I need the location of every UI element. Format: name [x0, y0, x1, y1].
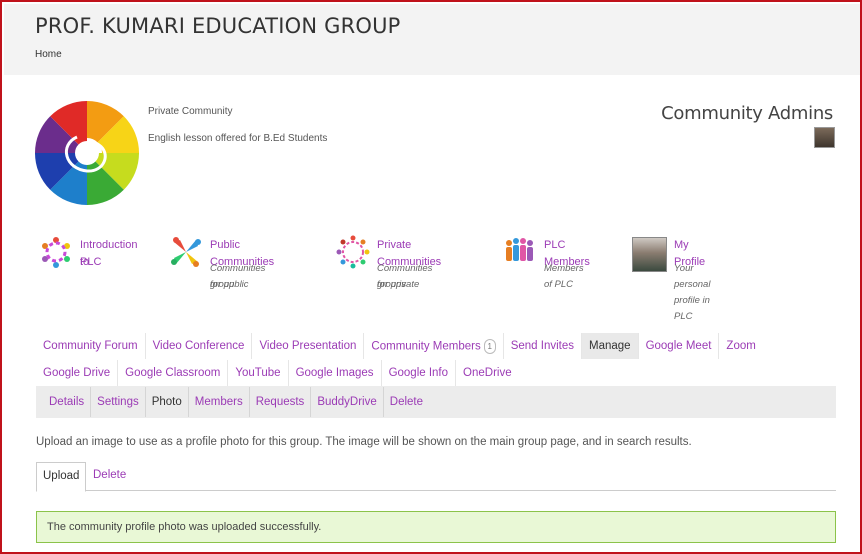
group-nav-row-2: Google Drive Google Classroom YouTube Go…: [36, 360, 519, 386]
subnav-photo[interactable]: Photo: [146, 387, 189, 417]
tab-community-members[interactable]: Community Members 1: [364, 333, 504, 359]
people-circle-icon: [42, 237, 70, 268]
manage-subnav: Details Settings Photo Members Requests …: [36, 386, 836, 418]
tab-community-forum[interactable]: Community Forum: [36, 333, 146, 359]
quick-link-subtitle-line2: groups: [377, 279, 407, 290]
community-admins-heading: Community Admins: [661, 103, 833, 124]
tab-zoom[interactable]: Zoom: [719, 333, 762, 359]
people-pinwheel-icon: [171, 237, 201, 267]
member-count-badge: 1: [483, 339, 496, 354]
group-avatar-logo: [35, 101, 139, 205]
photo-tabs: Upload Delete: [36, 462, 836, 492]
tab-google-meet[interactable]: Google Meet: [639, 333, 720, 359]
tab-label: Community Members: [371, 340, 481, 353]
tab-youtube[interactable]: YouTube: [228, 360, 289, 386]
members-group-icon: [506, 238, 533, 261]
tab-video-conference[interactable]: Video Conference: [146, 333, 253, 359]
tab-onedrive[interactable]: OneDrive: [456, 360, 519, 386]
people-ring-icon: [336, 235, 370, 269]
subnav-settings[interactable]: Settings: [91, 387, 146, 417]
quick-link-title-line2[interactable]: PLC: [80, 254, 101, 271]
group-nav-row-1: Community Forum Video Conference Video P…: [36, 333, 763, 359]
subnav-members[interactable]: Members: [189, 387, 250, 417]
success-message: The community profile photo was uploaded…: [36, 511, 836, 543]
group-description: English lesson offered for B.Ed Students: [148, 133, 328, 144]
page-frame: PROF. KUMARI EDUCATION GROUP Home Privat…: [0, 0, 862, 554]
profile-avatar: [632, 237, 667, 272]
tab-google-info[interactable]: Google Info: [382, 360, 457, 386]
subnav-details[interactable]: Details: [43, 387, 92, 417]
tab-delete-photo[interactable]: Delete: [87, 462, 132, 491]
site-title[interactable]: PROF. KUMARI EDUCATION GROUP: [35, 14, 401, 38]
tab-send-invites[interactable]: Send Invites: [504, 333, 582, 359]
tab-manage[interactable]: Manage: [582, 333, 639, 359]
admin-avatar[interactable]: [814, 127, 835, 148]
tab-video-presentation[interactable]: Video Presentation: [252, 333, 365, 359]
quick-link-subtitle-line2: group: [210, 279, 235, 290]
quick-link-subtitle: Members of PLC: [544, 263, 584, 290]
subnav-delete[interactable]: Delete: [384, 387, 429, 417]
group-privacy-status: Private Community: [148, 106, 233, 117]
tab-google-classroom[interactable]: Google Classroom: [118, 360, 229, 386]
tab-google-images[interactable]: Google Images: [289, 360, 382, 386]
breadcrumb-home[interactable]: Home: [35, 49, 62, 60]
subnav-requests[interactable]: Requests: [250, 387, 312, 417]
quick-link-subtitle: Your personal profile in PLC: [674, 263, 711, 322]
photo-help-text: Upload an image to use as a profile phot…: [36, 436, 692, 448]
subnav-buddydrive[interactable]: BuddyDrive: [311, 387, 384, 417]
tab-upload[interactable]: Upload: [36, 462, 87, 492]
tab-google-drive[interactable]: Google Drive: [36, 360, 119, 386]
